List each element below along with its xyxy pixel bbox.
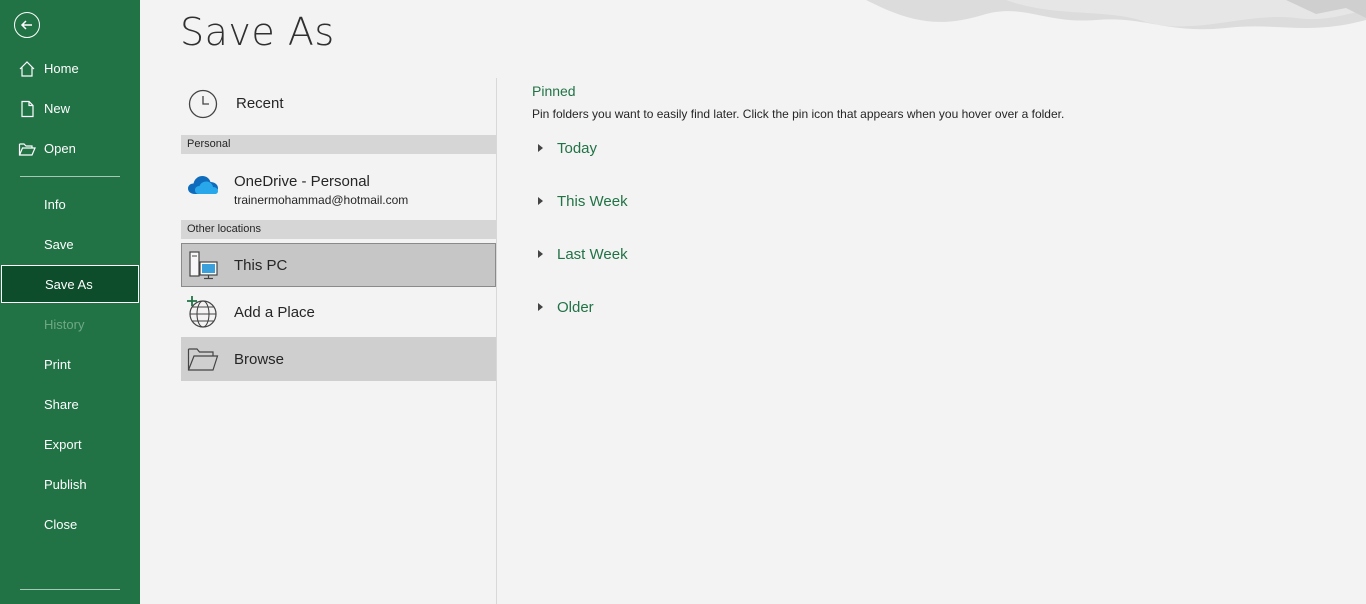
nav-export[interactable]: Export (0, 425, 140, 463)
nav-open-label: Open (44, 140, 76, 156)
group-this-week[interactable]: This Week (532, 190, 628, 212)
nav-new-label: New (44, 100, 71, 116)
expand-triangle-icon (538, 144, 543, 152)
nav-close[interactable]: Close (0, 505, 140, 543)
group-older[interactable]: Older (532, 296, 594, 318)
group-older-label: Older (557, 298, 594, 316)
group-today[interactable]: Today (532, 137, 597, 159)
location-add-place[interactable]: Add a Place (181, 290, 496, 334)
clock-icon (188, 89, 218, 119)
nav-info[interactable]: Info (0, 185, 140, 223)
location-recent[interactable]: Recent (181, 78, 496, 130)
nav-save-label: Save (44, 236, 74, 252)
location-this-pc[interactable]: This PC (181, 243, 496, 287)
sidebar-bottom-separator (20, 589, 120, 590)
nav-export-label: Export (44, 436, 82, 452)
nav-publish-label: Publish (44, 476, 87, 492)
nav-save[interactable]: Save (0, 225, 140, 263)
computer-icon (189, 251, 218, 280)
back-arrow-icon (20, 20, 32, 30)
pinned-heading: Pinned (532, 83, 576, 99)
section-header-personal: Personal (181, 135, 496, 154)
open-folder-icon (18, 143, 36, 156)
nav-info-label: Info (44, 196, 66, 212)
nav-share[interactable]: Share (0, 385, 140, 423)
new-document-icon (21, 100, 34, 118)
expand-triangle-icon (538, 303, 543, 311)
nav-print[interactable]: Print (0, 345, 140, 383)
location-this-pc-label: This PC (234, 257, 288, 274)
header-decoration (866, 0, 1366, 30)
location-browse[interactable]: Browse (181, 337, 496, 381)
expand-triangle-icon (538, 197, 543, 205)
nav-publish[interactable]: Publish (0, 465, 140, 503)
backstage-sidebar: Home New Open Info Save Save As History … (0, 0, 140, 604)
column-divider (496, 78, 497, 604)
nav-history: History (0, 305, 140, 343)
group-last-week[interactable]: Last Week (532, 243, 628, 265)
folder-icon (187, 348, 219, 371)
globe-add-icon (187, 296, 217, 328)
nav-home-label: Home (44, 60, 79, 76)
group-last-week-label: Last Week (557, 245, 628, 263)
sidebar-separator (20, 176, 120, 177)
location-onedrive-email: trainermohammad@hotmail.com (234, 193, 409, 207)
home-icon (19, 61, 35, 77)
back-button[interactable] (14, 12, 40, 38)
nav-print-label: Print (44, 356, 71, 372)
location-onedrive-label: OneDrive - Personal (234, 173, 370, 190)
page-title: Save As (180, 10, 335, 54)
nav-save-as-label: Save As (45, 276, 93, 292)
nav-save-as[interactable]: Save As (1, 265, 139, 303)
group-today-label: Today (557, 139, 598, 157)
nav-home[interactable]: Home (0, 49, 140, 87)
location-add-place-label: Add a Place (234, 304, 315, 321)
nav-new[interactable]: New (0, 89, 140, 127)
location-browse-label: Browse (234, 351, 285, 368)
nav-open[interactable]: Open (0, 129, 140, 167)
nav-close-label: Close (44, 516, 78, 532)
expand-triangle-icon (538, 250, 543, 258)
nav-share-label: Share (44, 396, 79, 412)
group-this-week-label: This Week (557, 192, 628, 210)
location-recent-label: Recent (236, 95, 284, 112)
pinned-description: Pin folders you want to easily find late… (532, 107, 1065, 121)
onedrive-cloud-icon (188, 176, 218, 194)
nav-history-label: History (44, 316, 85, 332)
section-header-other-locations: Other locations (181, 220, 496, 239)
location-onedrive[interactable]: OneDrive - Personal trainermohammad@hotm… (181, 158, 496, 210)
